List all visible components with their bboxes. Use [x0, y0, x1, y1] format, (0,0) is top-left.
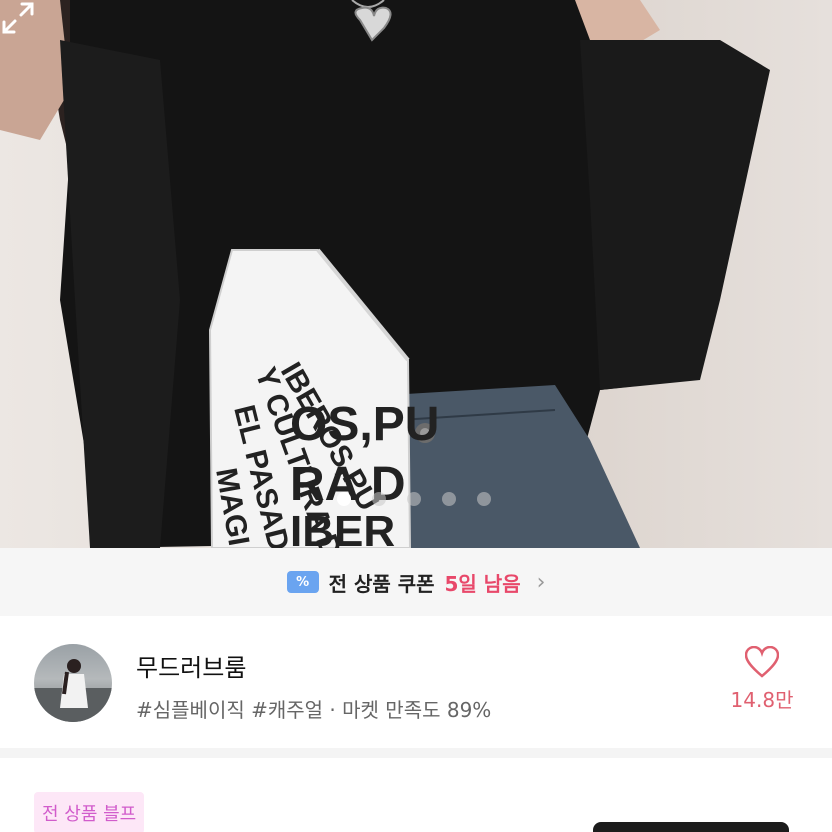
pagination-dot[interactable]	[372, 492, 386, 506]
book-big-1: OS,PU	[290, 398, 439, 451]
promo-badge: 전 상품 블프	[34, 792, 145, 832]
pagination-dot[interactable]	[477, 492, 491, 506]
image-pagination[interactable]	[337, 492, 491, 506]
heart-icon[interactable]	[745, 646, 779, 678]
expand-icon[interactable]	[0, 0, 36, 36]
like-count: 14.8만	[730, 688, 794, 712]
coupon-text: 전 상품 쿠폰	[328, 571, 435, 596]
product-photo: IBEROS,PU Y CULTURA D EL PASADO IBER MAG…	[0, 0, 770, 548]
pagination-dot[interactable]	[442, 492, 456, 506]
book-big-3: IBER	[290, 507, 395, 548]
pagination-dot[interactable]	[407, 492, 421, 506]
promo-section: 전 상품 블프	[0, 758, 832, 832]
shop-name[interactable]: 무드러브룸	[136, 648, 246, 683]
like-button[interactable]: 14.8만	[722, 646, 802, 713]
shop-info: 무드러브룸 #심플베이직 #캐주얼 · 마켓 만족도 89% 14.8만	[0, 616, 832, 748]
section-divider	[0, 748, 832, 758]
coupon-banner[interactable]: % 전 상품 쿠폰 5일 남음 ›	[0, 548, 832, 616]
bottom-action-button[interactable]	[593, 822, 789, 832]
product-image[interactable]: IBEROS,PU Y CULTURA D EL PASADO IBER MAG…	[0, 0, 832, 548]
chevron-right-icon: ›	[536, 569, 546, 595]
shop-avatar[interactable]	[34, 644, 112, 722]
pagination-dot[interactable]	[337, 492, 351, 506]
coupon-days-left: 5일 남음	[444, 571, 521, 596]
coupon-icon: %	[286, 571, 319, 593]
shop-tags: #심플베이직 #캐주얼 · 마켓 만족도 89%	[136, 698, 492, 722]
